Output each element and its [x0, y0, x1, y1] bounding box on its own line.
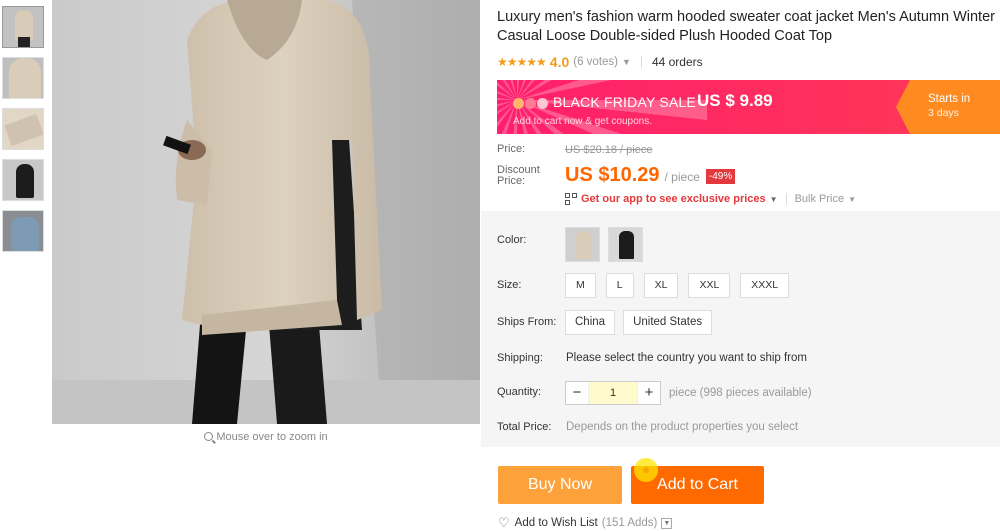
thumbnail-strip: [2, 6, 44, 261]
size-label: Size:: [497, 279, 522, 291]
wish-count: (151 Adds): [601, 517, 658, 529]
ships-from-united-states[interactable]: United States: [623, 310, 713, 335]
rating-row: ★★★★★ 4.0 (6 votes) ▼ 44 orders: [497, 54, 1000, 70]
black-friday-banner[interactable]: BLACK FRIDAY SALE US $ 9.89 Add to cart …: [497, 80, 1000, 134]
size-option-xxxl[interactable]: XXXL: [740, 273, 790, 298]
size-option-l[interactable]: L: [605, 273, 634, 298]
thumbnail-4[interactable]: [2, 159, 44, 201]
qr-code-icon: [565, 193, 577, 205]
heart-icon[interactable]: ♡: [498, 515, 510, 531]
price-unit: / piece: [664, 170, 700, 184]
rating-value: 4.0: [549, 54, 570, 70]
bulk-price-link[interactable]: Bulk Price: [795, 193, 845, 205]
orders-count: 44 orders: [651, 55, 703, 69]
starts-in-label: Starts in: [928, 93, 971, 105]
size-option-xl[interactable]: XL: [643, 273, 679, 298]
ships-from-options: China United States: [565, 310, 720, 335]
app-price-row: Get our app to see exclusive prices ▼ Bu…: [565, 193, 1000, 205]
chevron-down-icon[interactable]: ▼: [848, 195, 856, 204]
product-title: Luxury men's fashion warm hooded sweater…: [497, 9, 995, 44]
discount-badge: -49%: [705, 169, 736, 184]
chevron-down-icon[interactable]: ▼: [661, 517, 673, 529]
product-photo: [52, 0, 480, 424]
zoom-hint-text: Mouse over to zoom in: [216, 431, 328, 443]
banner-headline: BLACK FRIDAY SALE: [553, 94, 696, 110]
votes-count[interactable]: (6 votes): [573, 56, 618, 68]
size-options: M L XL XXL XXXL: [565, 273, 799, 298]
banner-price: US $ 9.89: [697, 91, 773, 110]
color-label: Color:: [497, 234, 527, 246]
color-swatches: [565, 227, 651, 262]
quantity-stepper: − 1 + piece (998 pieces available): [565, 381, 812, 405]
thumbnail-3[interactable]: [2, 108, 44, 150]
chevron-down-icon[interactable]: ▼: [622, 57, 631, 67]
current-price: US $10.29: [565, 164, 660, 186]
magnifier-icon: [204, 432, 214, 441]
options-panel: Color: Size: M L XL XXL XXXL Ships From:…: [481, 211, 1000, 447]
original-price: US $20.18 / piece: [565, 144, 653, 156]
buy-now-button[interactable]: Buy Now: [498, 466, 622, 504]
quantity-label: Quantity:: [497, 386, 542, 398]
size-option-xxl[interactable]: XXL: [688, 273, 731, 298]
quantity-plus-button[interactable]: +: [638, 382, 660, 404]
quantity-input[interactable]: 1: [588, 382, 638, 404]
color-swatch-beige[interactable]: [565, 227, 600, 262]
thumbnail-5[interactable]: [2, 210, 44, 252]
total-price-label: Total Price:: [497, 421, 552, 433]
quantity-minus-button[interactable]: −: [566, 382, 588, 404]
divider: [785, 193, 787, 205]
wish-list-link[interactable]: Add to Wish List: [515, 517, 598, 529]
chevron-down-icon[interactable]: ▼: [770, 195, 778, 204]
color-swatch-black[interactable]: [608, 227, 643, 262]
divider: [640, 56, 642, 68]
click-cursor-icon: [634, 458, 658, 482]
price-label: Price:: [497, 143, 526, 155]
ships-from-china[interactable]: China: [565, 310, 616, 335]
ships-from-label: Ships From:: [497, 316, 557, 328]
starts-in-days: 3 days: [928, 107, 959, 119]
banner-countdown: Starts in 3 days: [896, 80, 1000, 134]
app-exclusive-link[interactable]: Get our app to see exclusive prices: [581, 193, 766, 205]
shipping-label: Shipping:: [497, 352, 543, 364]
banner-subtitle: Add to cart now & get coupons.: [513, 116, 652, 127]
wish-list-row[interactable]: ♡ Add to Wish List (151 Adds) ▼: [498, 515, 673, 531]
size-option-m[interactable]: M: [565, 273, 596, 298]
banner-dots-icon: [513, 96, 549, 114]
total-price-note: Depends on the product properties you se…: [566, 421, 799, 433]
discount-price-label: Discount Price:: [497, 164, 540, 187]
main-product-image[interactable]: [52, 0, 480, 424]
quantity-note: piece (998 pieces available): [669, 387, 812, 399]
product-info: Luxury men's fashion warm hooded sweater…: [497, 0, 1000, 205]
thumbnail-1[interactable]: [2, 6, 44, 48]
price-box: Price: US $20.18 / piece Discount Price:…: [497, 144, 1000, 205]
zoom-hint: Mouse over to zoom in: [52, 431, 480, 443]
shipping-message: Please select the country you want to sh…: [566, 352, 807, 364]
quantity-box: − 1 +: [565, 381, 661, 405]
thumbnail-2[interactable]: [2, 57, 44, 99]
star-rating-icon: ★★★★★: [497, 55, 547, 69]
